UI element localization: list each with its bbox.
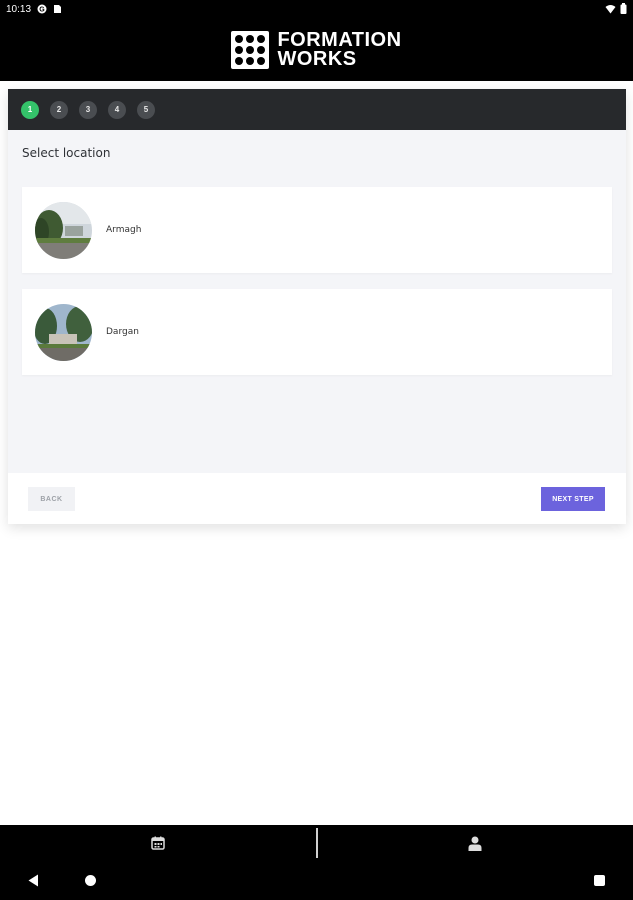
step-1[interactable]: 1 [21, 100, 39, 119]
status-time: 10:13 [6, 3, 32, 15]
location-photo [35, 201, 92, 259]
formation-works-logo: FORMATION WORKS [231, 28, 402, 70]
logo-line-1: FORMATION [277, 28, 402, 51]
system-home-icon[interactable] [85, 875, 96, 886]
location-name: Dargan [106, 327, 139, 337]
location-item-armagh[interactable]: Armagh [22, 187, 612, 273]
calendar-icon [151, 836, 165, 850]
card-footer: BACK NEXT STEP [8, 473, 626, 524]
logo-text: FORMATION WORKS [277, 28, 402, 70]
bottom-nav [0, 825, 633, 861]
step-4[interactable]: 4 [108, 100, 126, 119]
system-recents-icon[interactable] [594, 875, 605, 886]
step-indicator: 1 2 3 4 5 [8, 89, 626, 130]
logo-mark-icon [231, 30, 270, 69]
system-back-icon[interactable] [28, 874, 39, 887]
back-button[interactable]: BACK [28, 487, 75, 511]
battery-icon [620, 3, 627, 14]
location-name: Armagh [106, 225, 142, 235]
section-title: Select location [22, 146, 111, 160]
sim-card-icon [54, 5, 62, 13]
location-photo [35, 303, 92, 361]
next-step-button[interactable]: NEXT STEP [541, 487, 605, 511]
user-icon [468, 836, 482, 851]
logo-line-2: WORKS [277, 47, 357, 70]
app-header: FORMATION WORKS [0, 18, 633, 81]
status-bar: 10:13 G [0, 0, 633, 18]
booking-card: 1 2 3 4 5 Select location Armagh Dargan … [8, 89, 626, 524]
step-2[interactable]: 2 [50, 100, 68, 119]
system-nav-bar [0, 861, 633, 900]
nav-tab-profile[interactable] [318, 825, 633, 861]
nav-tab-calendar[interactable] [0, 825, 316, 861]
step-3[interactable]: 3 [79, 100, 97, 119]
svg-text:G: G [39, 7, 45, 14]
wifi-icon [605, 4, 616, 13]
google-g-icon: G [37, 4, 47, 14]
location-item-dargan[interactable]: Dargan [22, 289, 612, 375]
step-5[interactable]: 5 [137, 100, 155, 119]
